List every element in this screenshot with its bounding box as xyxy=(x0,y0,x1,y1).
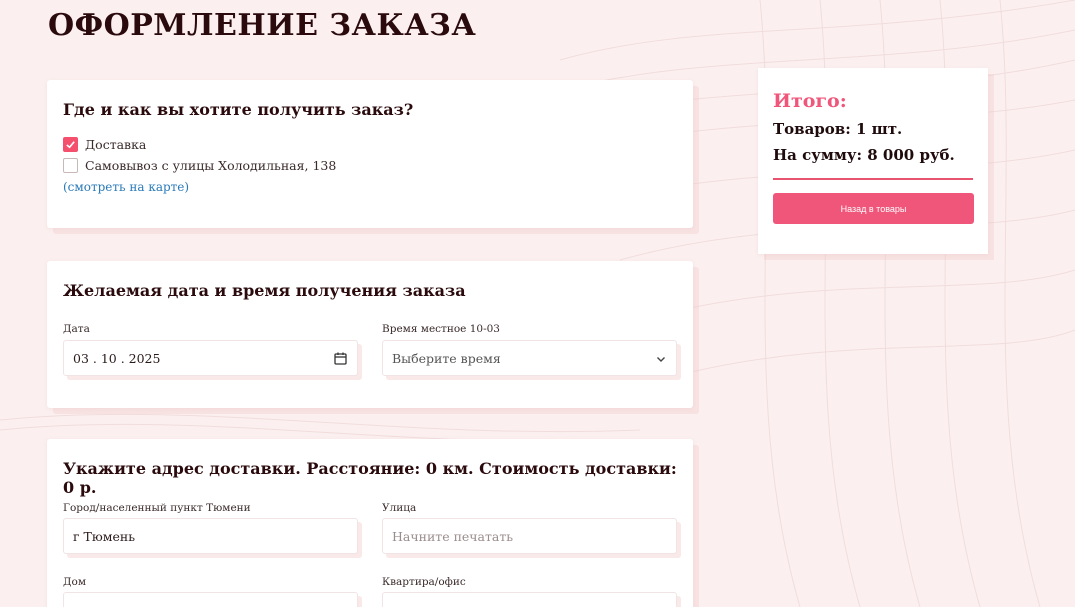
street-input[interactable]: Начните печатать xyxy=(382,518,677,554)
date-value: 03 . 10 . 2025 xyxy=(73,350,161,366)
time-label: Время местное 10-03 xyxy=(382,323,500,335)
time-select[interactable]: Выберите время xyxy=(382,340,677,376)
summary-divider xyxy=(773,178,973,180)
date-input[interactable]: 03 . 10 . 2025 xyxy=(63,340,358,376)
delivery-method-card: Где и как вы хотите получить заказ? Дост… xyxy=(47,80,693,228)
datetime-card: Желаемая дата и время получения заказа Д… xyxy=(47,261,693,408)
address-card: Укажите адрес доставки. Расстояние: 0 км… xyxy=(47,439,693,607)
back-to-products-button[interactable]: Назад в товары xyxy=(773,193,974,224)
date-label: Дата xyxy=(63,323,90,335)
view-map-link[interactable]: (смотреть на карте) xyxy=(63,180,189,194)
order-summary: Итого: Товаров: 1 шт. На сумму: 8 000 ру… xyxy=(758,68,988,254)
delivery-method-heading: Где и как вы хотите получить заказ? xyxy=(63,100,414,119)
pickup-checkbox[interactable] xyxy=(63,158,78,173)
option-delivery[interactable]: Доставка xyxy=(63,137,677,152)
items-count: Товаров: 1 шт. xyxy=(773,120,903,138)
datetime-heading: Желаемая дата и время получения заказа xyxy=(63,281,466,300)
time-select-value: Выберите время xyxy=(392,350,501,366)
chevron-down-icon xyxy=(656,352,666,367)
order-sum: На сумму: 8 000 руб. xyxy=(773,146,955,164)
house-input[interactable] xyxy=(63,592,358,607)
page-title: ОФОРМЛЕНИЕ ЗАКАЗА xyxy=(48,8,477,43)
delivery-option-label: Доставка xyxy=(85,137,147,152)
address-heading: Укажите адрес доставки. Расстояние: 0 км… xyxy=(63,459,677,497)
street-label: Улица xyxy=(382,502,417,514)
pickup-option-label: Самовывоз с улицы Холодильная, 138 xyxy=(85,158,337,173)
checkmark-icon xyxy=(66,141,75,149)
calendar-icon[interactable] xyxy=(334,352,347,368)
house-label: Дом xyxy=(63,576,87,588)
apartment-input[interactable] xyxy=(382,592,677,607)
city-value: г Тюмень xyxy=(73,528,135,544)
apartment-label: Квартира/офис xyxy=(382,576,466,588)
city-input[interactable]: г Тюмень xyxy=(63,518,358,554)
street-placeholder: Начните печатать xyxy=(392,528,514,544)
summary-title: Итого: xyxy=(773,90,847,112)
delivery-checkbox[interactable] xyxy=(63,137,78,152)
option-pickup[interactable]: Самовывоз с улицы Холодильная, 138 xyxy=(63,158,677,173)
city-label: Город/населенный пункт Тюмени xyxy=(63,502,251,514)
